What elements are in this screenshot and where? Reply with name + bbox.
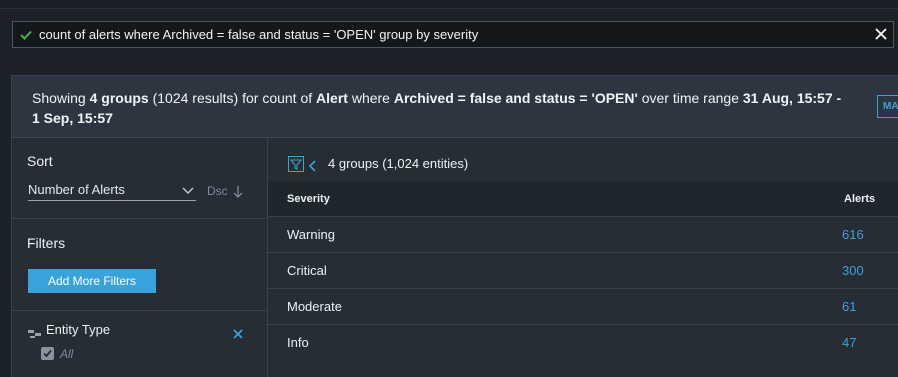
summary-text: Showing 4 groups (1024 results) for coun… bbox=[32, 88, 852, 128]
table-row[interactable]: Critical 300 bbox=[268, 253, 898, 289]
column-header-alerts[interactable]: Alerts bbox=[844, 193, 875, 205]
entity-type-icon bbox=[28, 326, 42, 338]
table-row[interactable]: Info 47 bbox=[268, 325, 898, 361]
table-body: Warning 616 Critical 300 Moderate 61 Inf… bbox=[268, 217, 898, 361]
table-row[interactable]: Warning 616 bbox=[268, 217, 898, 253]
table-row[interactable]: Moderate 61 bbox=[268, 289, 898, 325]
remove-filter-icon[interactable] bbox=[233, 326, 243, 339]
summary-prefix: Showing bbox=[32, 90, 90, 106]
groups-header: 4 groups (1,024 entities) bbox=[268, 138, 898, 182]
chevron-down-icon bbox=[182, 184, 194, 196]
row-severity: Critical bbox=[287, 263, 327, 278]
row-severity: Info bbox=[287, 335, 309, 350]
query-bar[interactable]: count of alerts where Archived = false a… bbox=[12, 21, 894, 48]
sort-title: Sort bbox=[27, 153, 53, 169]
summary-entity: Alert bbox=[316, 90, 348, 106]
row-alert-count[interactable]: 300 bbox=[842, 263, 864, 278]
groups-summary: 4 groups (1,024 entities) bbox=[328, 156, 469, 171]
all-checkbox[interactable] bbox=[41, 347, 54, 360]
table-header: Severity Alerts bbox=[268, 182, 898, 217]
sort-direction[interactable]: Dsc bbox=[207, 184, 243, 198]
filter-icon[interactable] bbox=[288, 156, 304, 172]
groups-main: 4 groups (1,024 entities) Severity Alert… bbox=[268, 138, 898, 377]
results-panel: Showing 4 groups (1024 results) for coun… bbox=[11, 75, 898, 377]
row-alert-count[interactable]: 61 bbox=[842, 299, 856, 314]
all-label: All bbox=[60, 347, 74, 361]
sidebar: Sort Number of Alerts Dsc Filters Add Mo… bbox=[12, 138, 268, 377]
results-summary: Showing 4 groups (1024 results) for coun… bbox=[12, 76, 898, 138]
chevron-left-icon[interactable] bbox=[308, 159, 316, 172]
divider bbox=[12, 218, 267, 219]
summary-groups: 4 groups bbox=[89, 90, 149, 106]
sort-select[interactable]: Number of Alerts bbox=[28, 182, 196, 201]
sort-direction-label: Dsc bbox=[207, 184, 228, 198]
summary-mid3: over time range bbox=[637, 90, 743, 106]
summary-mid2: where bbox=[347, 90, 394, 106]
arrow-down-icon bbox=[233, 185, 243, 198]
column-header-severity[interactable]: Severity bbox=[287, 193, 330, 205]
query-text[interactable]: count of alerts where Archived = false a… bbox=[39, 27, 478, 42]
add-more-filters-button[interactable]: Add More Filters bbox=[28, 269, 156, 293]
sort-select-value: Number of Alerts bbox=[28, 182, 125, 197]
check-icon bbox=[20, 28, 34, 42]
summary-condition: Archived = false and status = 'OPEN' bbox=[393, 90, 638, 106]
filters-title: Filters bbox=[27, 235, 66, 251]
row-severity: Moderate bbox=[287, 299, 342, 314]
divider bbox=[12, 310, 267, 311]
summary-mid1: (1024 results) for count of bbox=[148, 90, 317, 106]
top-strip bbox=[0, 0, 898, 9]
entity-type-label: Entity Type bbox=[46, 322, 111, 337]
row-severity: Warning bbox=[287, 227, 335, 242]
close-icon[interactable] bbox=[874, 27, 888, 41]
ma-button[interactable]: MA bbox=[877, 95, 898, 118]
row-alert-count[interactable]: 47 bbox=[842, 335, 856, 350]
row-alert-count[interactable]: 616 bbox=[842, 227, 864, 242]
